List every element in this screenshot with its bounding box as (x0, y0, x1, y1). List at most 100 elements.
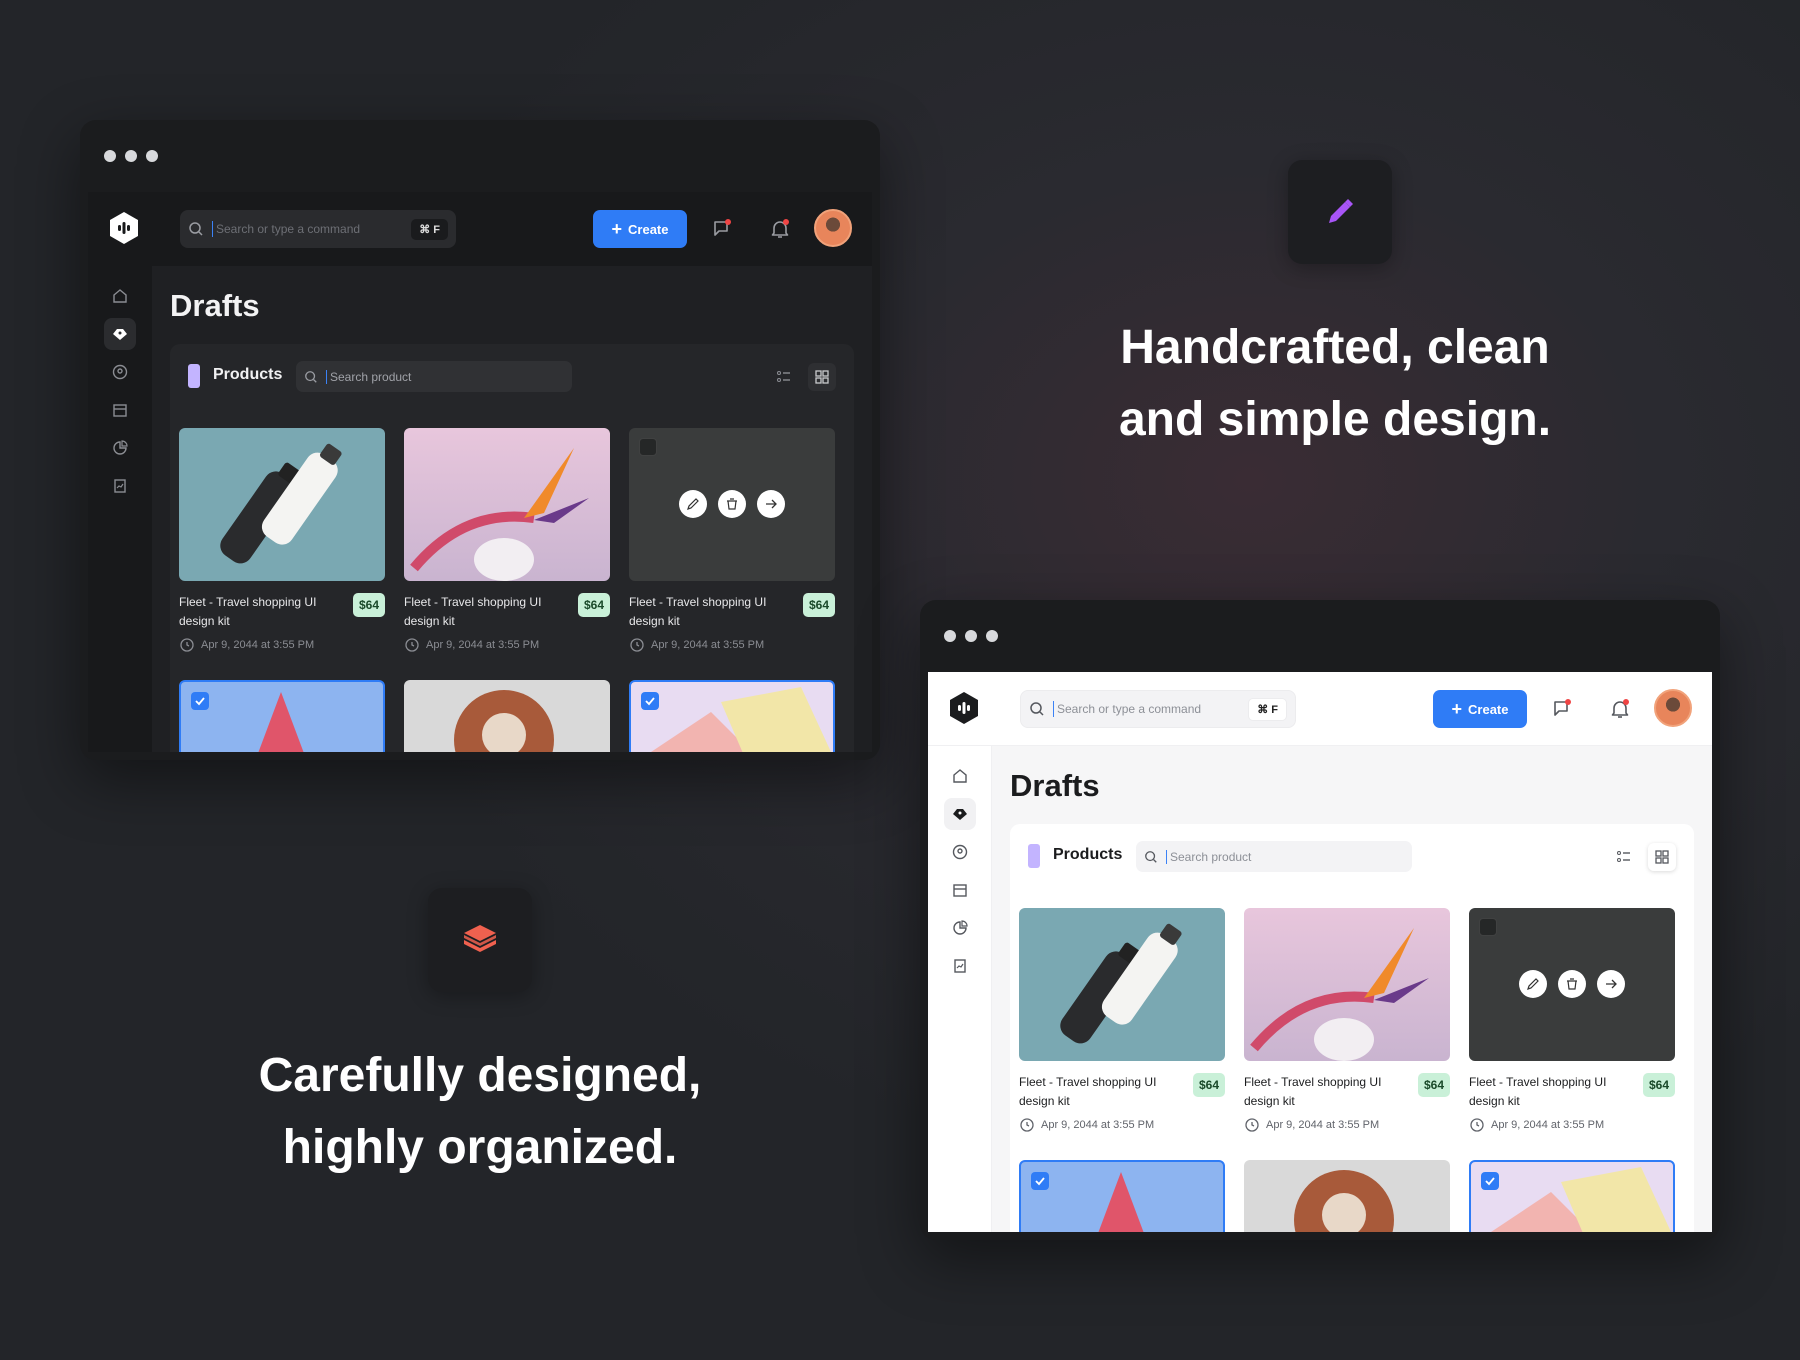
products-panel: Products Search product Fleet - Travel s… (170, 344, 854, 752)
search-icon (189, 222, 203, 236)
plus-icon: + (611, 219, 623, 239)
open-button[interactable] (757, 490, 785, 518)
bell-icon[interactable] (1608, 697, 1632, 721)
grid-view-button[interactable] (1648, 843, 1676, 871)
card-date: Apr 9, 2044 at 3:55 PM (629, 637, 764, 653)
product-search-input[interactable]: Search product (1166, 849, 1251, 864)
price-badge: $64 (352, 593, 385, 617)
sidebar-item-analytics[interactable] (944, 912, 976, 944)
avatar[interactable] (814, 209, 852, 247)
card-date: Apr 9, 2044 at 3:55 PM (179, 637, 314, 653)
bell-icon[interactable] (768, 217, 792, 241)
product-search[interactable]: Search product (1136, 841, 1412, 872)
list-view-button[interactable] (770, 363, 798, 391)
command-search[interactable]: Search or type a command ⌘ F (1020, 690, 1296, 728)
feature-headline-top: Handcrafted, clean and simple design. (1118, 321, 1552, 446)
product-search-input[interactable]: Search product (326, 369, 411, 384)
edit-button[interactable] (1519, 970, 1547, 998)
price-badge: $64 (1417, 1073, 1450, 1097)
search-input[interactable]: Search or type a command (1053, 701, 1248, 717)
sidebar-item-home[interactable] (104, 280, 136, 312)
product-thumbnail-cap[interactable] (404, 680, 610, 752)
avatar[interactable] (1654, 689, 1692, 727)
shortcut-badge: ⌘ F (411, 218, 448, 240)
pencil-icon (1329, 199, 1353, 223)
chat-icon[interactable] (1550, 697, 1574, 721)
card-title: Fleet - Travel shopping UI design kit (1019, 1075, 1157, 1108)
card-title: Fleet - Travel shopping UI design kit (179, 595, 317, 628)
dark-theme-window: Search or type a command ⌘ F + Create Dra… (80, 120, 880, 760)
grid-view-button[interactable] (808, 363, 836, 391)
price-badge: $64 (802, 593, 835, 617)
sidebar-item-users[interactable] (944, 836, 976, 868)
select-checkbox[interactable] (1479, 918, 1497, 936)
sidebar-item-products[interactable] (944, 798, 976, 830)
product-card[interactable]: Fleet - Travel shopping UI design kit $6… (629, 428, 835, 652)
delete-button[interactable] (718, 490, 746, 518)
sidebar-item-home[interactable] (944, 760, 976, 792)
plus-icon: + (1451, 699, 1463, 719)
product-thumbnail-selected[interactable] (179, 680, 385, 752)
page-title: Drafts (170, 288, 260, 323)
create-button[interactable]: + Create (593, 210, 687, 248)
products-panel: Products Search product Fleet - Travel s… (1010, 824, 1694, 1232)
command-search[interactable]: Search or type a command ⌘ F (180, 210, 456, 248)
product-card[interactable]: Fleet - Travel shopping UI design kit $6… (1469, 908, 1675, 1132)
panel-title: Products (1053, 846, 1123, 863)
clock-icon (1470, 1118, 1484, 1132)
sidebar-item-store[interactable] (944, 874, 976, 906)
price-badge: $64 (577, 593, 610, 617)
sidebar-item-products[interactable] (104, 318, 136, 350)
feature-layers-tile (428, 888, 532, 992)
product-search[interactable]: Search product (296, 361, 572, 392)
product-card[interactable]: Fleet - Travel shopping UI design kit $6… (404, 428, 610, 652)
home-icon (953, 769, 967, 783)
product-thumbnail-selected[interactable] (1469, 1160, 1675, 1232)
open-button[interactable] (1597, 970, 1625, 998)
list-icon (1617, 851, 1630, 862)
product-card[interactable]: Fleet - Travel shopping UI design kit $6… (1019, 908, 1225, 1132)
products-marker (1028, 844, 1040, 868)
create-button[interactable]: + Create (1433, 690, 1527, 728)
window-controls (944, 630, 998, 642)
trash-icon (727, 498, 737, 510)
trash-icon (1567, 978, 1577, 990)
product-thumbnail-cap[interactable] (1244, 1160, 1450, 1232)
card-title: Fleet - Travel shopping UI design kit (1244, 1075, 1382, 1108)
product-thumbnail-bottles (179, 428, 385, 581)
clock-icon (405, 638, 419, 652)
store-icon (113, 404, 127, 417)
main-content: Drafts Products Search product Fleet - T… (152, 266, 872, 752)
product-thumbnail-selected[interactable] (629, 680, 835, 752)
pie-chart-icon (113, 440, 128, 455)
delete-button[interactable] (1558, 970, 1586, 998)
sidebar-item-store[interactable] (104, 394, 136, 426)
edit-button[interactable] (679, 490, 707, 518)
select-checkbox[interactable] (639, 438, 657, 456)
report-icon (954, 959, 966, 973)
pencil-icon (687, 498, 699, 510)
list-icon (777, 371, 790, 382)
chat-icon[interactable] (710, 217, 734, 241)
product-thumbnail-selected[interactable] (1019, 1160, 1225, 1232)
window-controls (104, 150, 158, 162)
product-card[interactable]: Fleet - Travel shopping UI design kit $6… (179, 428, 385, 652)
list-view-button[interactable] (1610, 843, 1638, 871)
sidebar-item-users[interactable] (104, 356, 136, 388)
products-marker (188, 364, 200, 388)
sidebar-item-reports[interactable] (944, 950, 976, 982)
product-thumbnail-hovered (1469, 908, 1675, 1061)
app-logo-icon (110, 212, 138, 244)
price-badge: $64 (1642, 1073, 1675, 1097)
sidebar-item-analytics[interactable] (104, 432, 136, 464)
pencil-icon (1527, 978, 1539, 990)
report-icon (114, 479, 126, 493)
grid-icon (815, 370, 829, 384)
feature-headline-bottom: Carefully designed, highly organized. (258, 1049, 702, 1174)
sidebar (928, 746, 992, 1232)
search-input[interactable]: Search or type a command (212, 221, 411, 237)
sidebar-item-reports[interactable] (104, 470, 136, 502)
product-thumbnail-bottles (1019, 908, 1225, 1061)
product-card[interactable]: Fleet - Travel shopping UI design kit $6… (1244, 908, 1450, 1132)
arrow-right-icon (1606, 979, 1617, 989)
